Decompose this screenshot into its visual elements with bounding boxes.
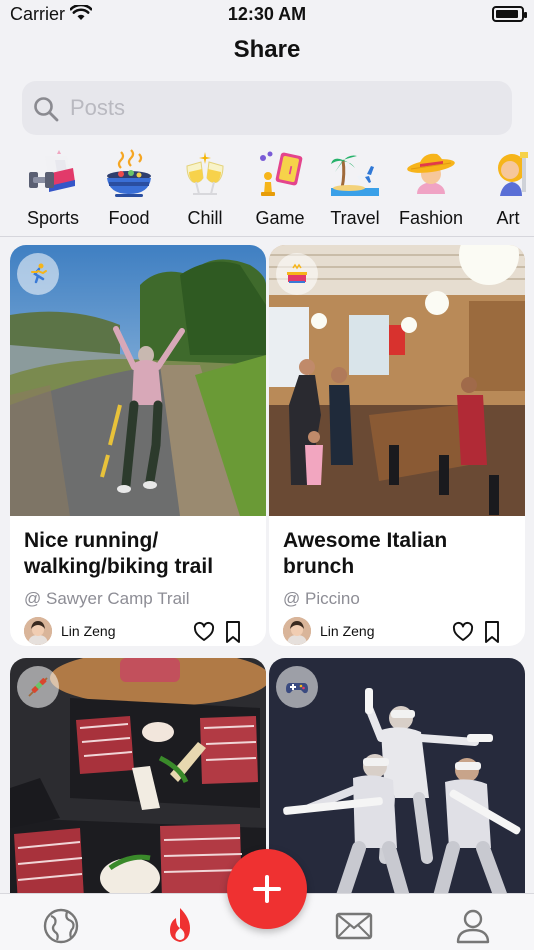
post-footer: Lin Zeng [283, 617, 513, 646]
sun-hat-woman-icon [407, 153, 455, 194]
post-title[interactable]: Awesome Italian brunch [283, 528, 513, 580]
restaurant-icon [287, 263, 307, 283]
category-art[interactable]: Art [470, 146, 534, 236]
bookmark-icon[interactable] [483, 620, 501, 644]
runner-icon [31, 263, 47, 284]
post-photo-bbq[interactable] [10, 658, 266, 893]
search-bar[interactable] [22, 81, 512, 135]
dumbbell-sneaker-icon [29, 150, 75, 192]
status-bar: Carrier 12:30 AM [0, 0, 534, 32]
post-title[interactable]: Nice running/ walking/biking trail [24, 528, 254, 580]
post-card[interactable] [269, 658, 525, 893]
cheers-glasses-icon [186, 152, 224, 195]
category-badge [17, 253, 59, 295]
search-icon [34, 97, 59, 122]
category-badge [17, 666, 59, 708]
author-name[interactable]: Lin Zeng [61, 623, 115, 639]
search-input[interactable] [70, 91, 490, 125]
chess-game-icon: I [260, 151, 303, 196]
beach-plane-icon [331, 155, 379, 196]
page-title: Share [233, 36, 301, 63]
steaming-bowl-icon [107, 149, 151, 197]
author-name[interactable]: Lin Zeng [320, 623, 374, 639]
plus-icon[interactable] [227, 849, 307, 929]
share-screen: Carrier 12:30 AM Share Posts Sports Food… [0, 0, 534, 950]
category-food[interactable]: Food [91, 146, 167, 236]
category-badge [276, 666, 318, 708]
category-label: Art [496, 208, 520, 228]
post-photo-brunch[interactable] [269, 245, 525, 516]
battery-level [496, 10, 518, 18]
profile-icon[interactable] [453, 906, 493, 946]
flame-icon[interactable] [160, 906, 200, 946]
battery-icon [492, 6, 527, 22]
post-location[interactable]: @ Piccino [283, 589, 360, 609]
post-footer: Lin Zeng [24, 617, 254, 646]
post-card[interactable]: Nice running/ walking/biking trail @ Saw… [10, 245, 266, 646]
post-photo-trail[interactable] [10, 245, 266, 516]
post-card[interactable] [10, 658, 266, 893]
post-location[interactable]: @ Sawyer Camp Trail [24, 589, 190, 609]
globe-icon[interactable] [41, 906, 81, 946]
category-travel[interactable]: Travel [317, 146, 393, 236]
bookmark-icon[interactable] [224, 620, 242, 644]
post-feed[interactable]: Nice running/ walking/biking trail @ Saw… [0, 237, 534, 893]
heart-icon[interactable] [452, 621, 474, 643]
category-strip[interactable]: Sports Food Chill I Game Travel Fashion … [0, 146, 534, 236]
envelope-icon[interactable] [334, 906, 374, 946]
category-badge [276, 253, 318, 295]
kebab-skewer-icon [28, 677, 48, 697]
avatar[interactable] [283, 617, 311, 645]
category-sports[interactable]: Sports [15, 146, 91, 236]
avatar[interactable] [24, 617, 52, 645]
game-controller-icon [286, 683, 308, 694]
post-photo-vr[interactable] [269, 658, 525, 893]
avatar-image [283, 617, 311, 645]
post-card[interactable]: Awesome Italian brunch @ Piccino Lin Zen… [269, 245, 525, 646]
category-fashion[interactable]: Fashion [393, 146, 469, 236]
avatar-image [24, 617, 52, 645]
heart-icon[interactable] [193, 621, 215, 643]
clock: 12:30 AM [227, 4, 307, 24]
artist-palette-icon [498, 152, 528, 196]
